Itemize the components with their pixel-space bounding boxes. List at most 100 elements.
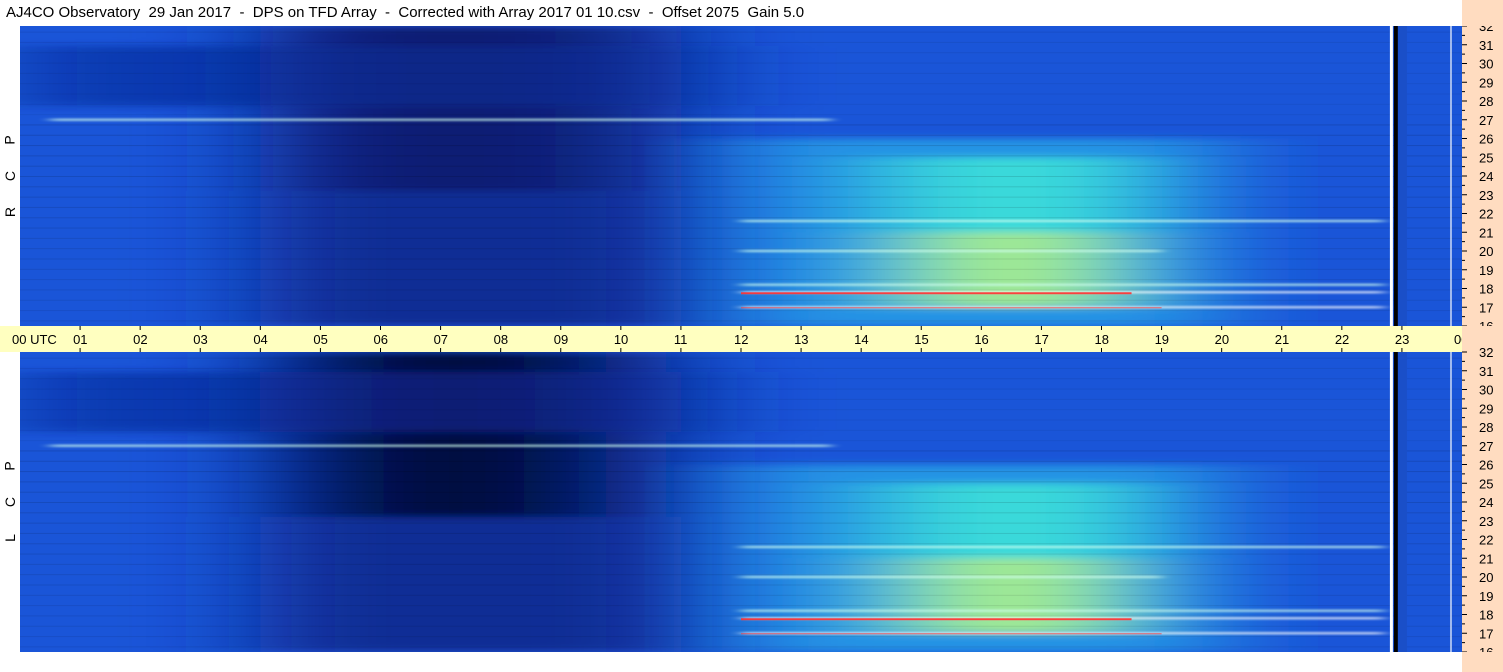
- frequency-tick-label: 31: [1479, 38, 1493, 53]
- texture-band: [20, 574, 1462, 576]
- frequency-tick-label: 18: [1479, 608, 1493, 623]
- time-tick-label: 10: [614, 332, 628, 347]
- interference-line: [741, 292, 1132, 295]
- texture-band: [20, 93, 1462, 95]
- texture-band: [20, 388, 1462, 390]
- time-tick-label: 21: [1275, 332, 1289, 347]
- texture-band: [20, 165, 1462, 167]
- frequency-tick-label: 19: [1479, 263, 1493, 278]
- texture-band: [20, 134, 1462, 136]
- texture-band: [20, 310, 1462, 312]
- interference-line: [741, 546, 1384, 548]
- heatmap-cell: [20, 372, 711, 432]
- frequency-tick-label: 24: [1479, 495, 1493, 510]
- texture-band: [20, 512, 1462, 514]
- texture-band: [20, 206, 1462, 208]
- frequency-axis-band: [1462, 652, 1503, 672]
- texture-band: [20, 646, 1462, 648]
- time-tick-label: 14: [854, 332, 868, 347]
- texture-band: [20, 62, 1462, 64]
- frequency-tick-label: 24: [1479, 169, 1493, 184]
- frequency-tick-label: 30: [1479, 383, 1493, 398]
- frequency-tick-label: 29: [1479, 401, 1493, 416]
- texture-band: [20, 114, 1462, 116]
- texture-band: [20, 367, 1462, 369]
- data-gap-marker: [1393, 26, 1398, 326]
- texture-band: [20, 52, 1462, 54]
- frequency-tick-label: 26: [1479, 132, 1493, 147]
- frequency-tick-label: 23: [1479, 514, 1493, 529]
- frequency-tick-label: 19: [1479, 589, 1493, 604]
- texture-band: [20, 419, 1462, 421]
- texture-band: [20, 481, 1462, 483]
- texture-band: [20, 145, 1462, 147]
- time-tick-label: 03: [193, 332, 207, 347]
- interference-line: [741, 307, 1162, 309]
- texture-band: [20, 625, 1462, 627]
- texture-band: [20, 584, 1462, 586]
- texture-band: [20, 320, 1462, 322]
- texture-band: [20, 279, 1462, 281]
- interference-line: [741, 633, 1162, 635]
- texture-band: [20, 124, 1462, 126]
- texture-band: [20, 553, 1462, 555]
- frequency-axis-lcp: 3231302928272625242322212019181716: [1462, 345, 1503, 672]
- texture-band: [20, 83, 1462, 85]
- texture-band: [20, 543, 1462, 545]
- time-tick-label: 09: [554, 332, 568, 347]
- texture-band: [20, 258, 1462, 260]
- time-axis-band: [0, 326, 1462, 352]
- time-axis-label-start: 00 UTC: [12, 332, 57, 347]
- texture-band: [20, 491, 1462, 493]
- frequency-axis-rcp: 3231302928272625242322212019181716: [1462, 0, 1503, 352]
- time-tick-label: 02: [133, 332, 147, 347]
- texture-band: [20, 429, 1462, 431]
- frequency-tick-label: 30: [1479, 57, 1493, 72]
- texture-band: [20, 460, 1462, 462]
- texture-band: [20, 615, 1462, 617]
- texture-band: [20, 563, 1462, 565]
- frequency-tick-label: 21: [1479, 551, 1493, 566]
- frequency-tick-label: 25: [1479, 476, 1493, 491]
- frequency-tick-label: 26: [1479, 458, 1493, 473]
- frequency-tick-label: 31: [1479, 364, 1493, 379]
- texture-band: [20, 268, 1462, 270]
- frequency-tick-label: 28: [1479, 420, 1493, 435]
- texture-band: [20, 450, 1462, 452]
- time-tick-label: 11: [674, 332, 688, 347]
- frequency-tick-label: 20: [1479, 570, 1493, 585]
- time-tick-label: 12: [734, 332, 748, 347]
- texture-band: [20, 502, 1462, 503]
- frequency-tick-label: 20: [1479, 244, 1493, 259]
- data-gap-marker: [1389, 26, 1393, 326]
- texture-band: [20, 31, 1462, 33]
- interference-line: [741, 618, 1132, 621]
- texture-band: [20, 289, 1462, 291]
- texture-band: [20, 357, 1462, 359]
- frequency-tick-label: 17: [1479, 626, 1493, 641]
- time-tick-label: 07: [434, 332, 448, 347]
- lcp-spectrogram-panel: [20, 352, 1462, 652]
- interference-line: [741, 609, 1384, 612]
- texture-band: [20, 299, 1462, 301]
- texture-band: [20, 72, 1462, 74]
- frequency-tick-label: 18: [1479, 282, 1493, 297]
- time-tick-label: 18: [1095, 332, 1109, 347]
- time-tick-label: 06: [374, 332, 388, 347]
- texture-band: [20, 605, 1462, 607]
- time-tick-label: 16: [974, 332, 988, 347]
- texture-band: [20, 217, 1462, 219]
- time-tick-label: 04: [253, 332, 267, 347]
- data-gap-marker: [1397, 26, 1407, 326]
- interference-line: [741, 283, 1384, 286]
- frequency-tick-label: 25: [1479, 150, 1493, 165]
- frequency-tick-label: 29: [1479, 75, 1493, 90]
- time-tick-label: 22: [1335, 332, 1349, 347]
- time-tick-label: 17: [1034, 332, 1048, 347]
- texture-band: [20, 248, 1462, 250]
- texture-band: [20, 440, 1462, 442]
- texture-band: [20, 398, 1462, 400]
- texture-band: [20, 594, 1462, 596]
- frequency-axis-band: [1462, 0, 1503, 26]
- interference-line: [741, 220, 1384, 222]
